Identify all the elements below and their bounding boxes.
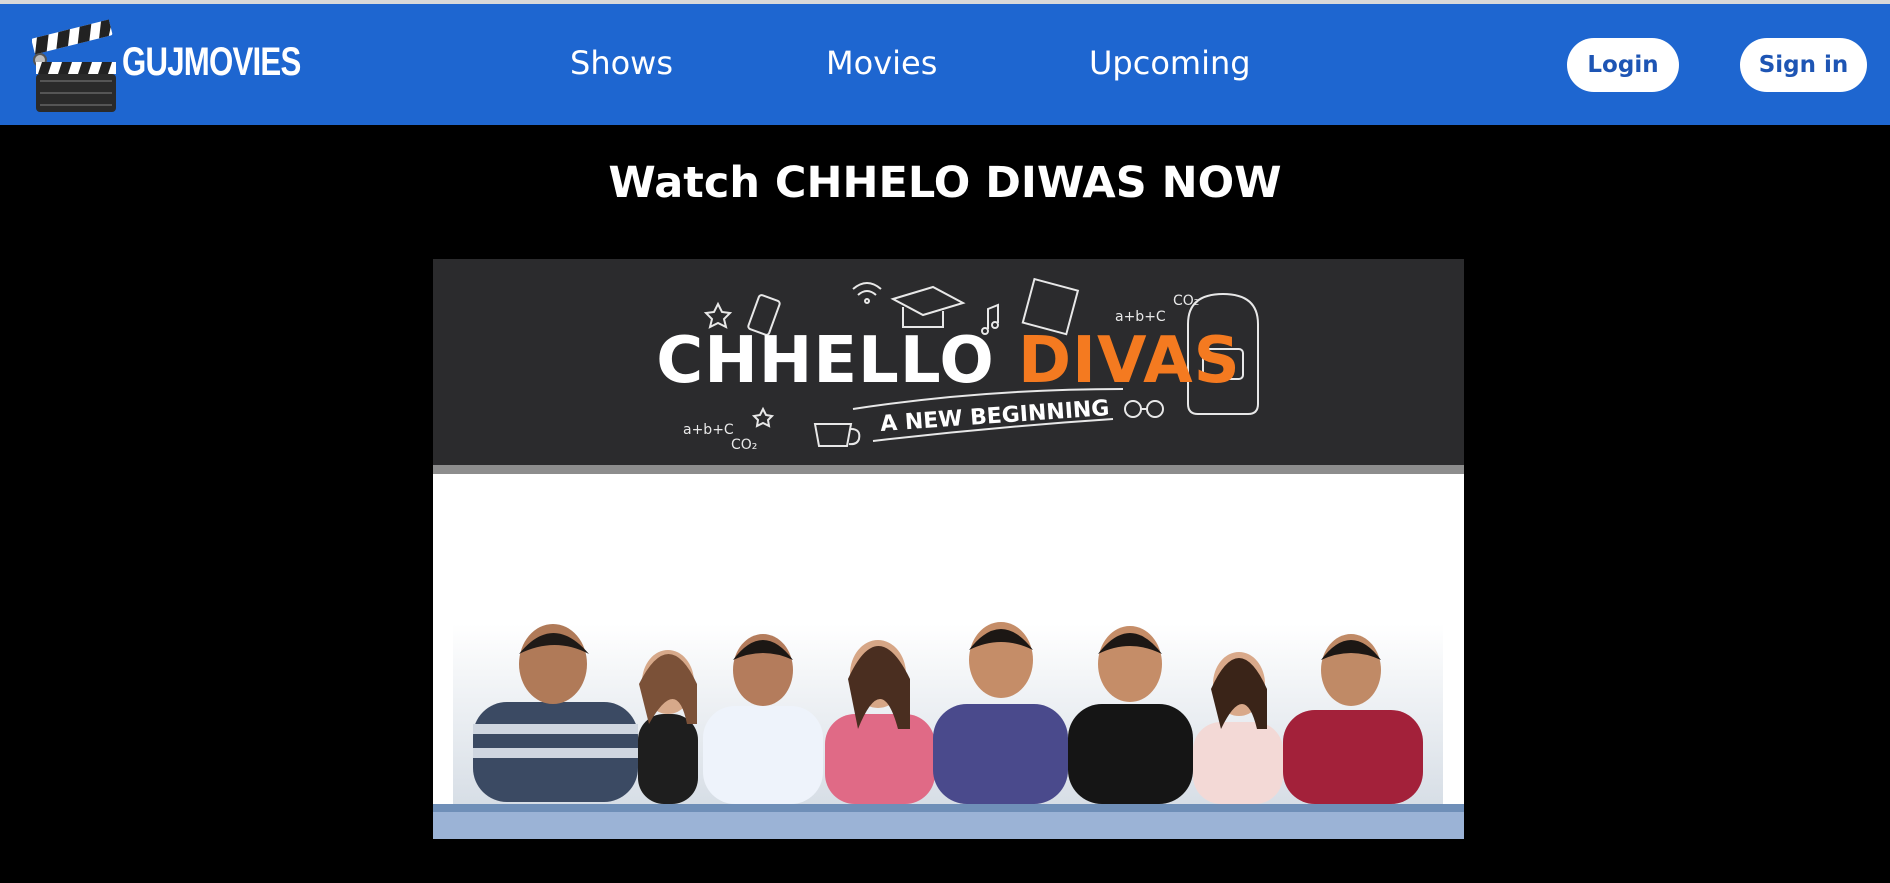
doodle-formula-left: a+b+C bbox=[683, 422, 734, 438]
poster-title-part1: CHHELLO bbox=[656, 324, 995, 398]
cast-photo bbox=[433, 622, 1464, 839]
clapperboard-icon bbox=[32, 19, 116, 112]
doodle-co2-left: CO₂ bbox=[731, 437, 757, 453]
hero-headline: Watch CHHELO DIWAS NOW bbox=[608, 158, 1282, 208]
doodle-co2-right: CO₂ bbox=[1173, 293, 1199, 309]
nav-shows-link[interactable]: Shows bbox=[570, 44, 673, 82]
brand-logo[interactable]: GUJMOVIES bbox=[32, 18, 301, 114]
signin-button[interactable]: Sign in bbox=[1740, 38, 1867, 92]
poster-title-part2: DIVAS bbox=[1018, 324, 1241, 398]
poster-divider bbox=[433, 465, 1464, 474]
navbar: GUJMOVIES Shows Movies Upcoming Login Si… bbox=[0, 4, 1890, 125]
movie-poster[interactable]: a+b+C CO₂ a+b+C CO₂ CHHELLO DIVAS A NEW … bbox=[433, 259, 1464, 839]
brand-name: GUJMOVIES bbox=[122, 40, 301, 84]
doodle-formula-right: a+b+C bbox=[1115, 309, 1166, 325]
nav-upcoming-link[interactable]: Upcoming bbox=[1089, 44, 1251, 82]
nav-movies-link[interactable]: Movies bbox=[826, 44, 937, 82]
login-button[interactable]: Login bbox=[1567, 38, 1679, 92]
poster-title: CHHELLO DIVAS bbox=[433, 324, 1464, 398]
